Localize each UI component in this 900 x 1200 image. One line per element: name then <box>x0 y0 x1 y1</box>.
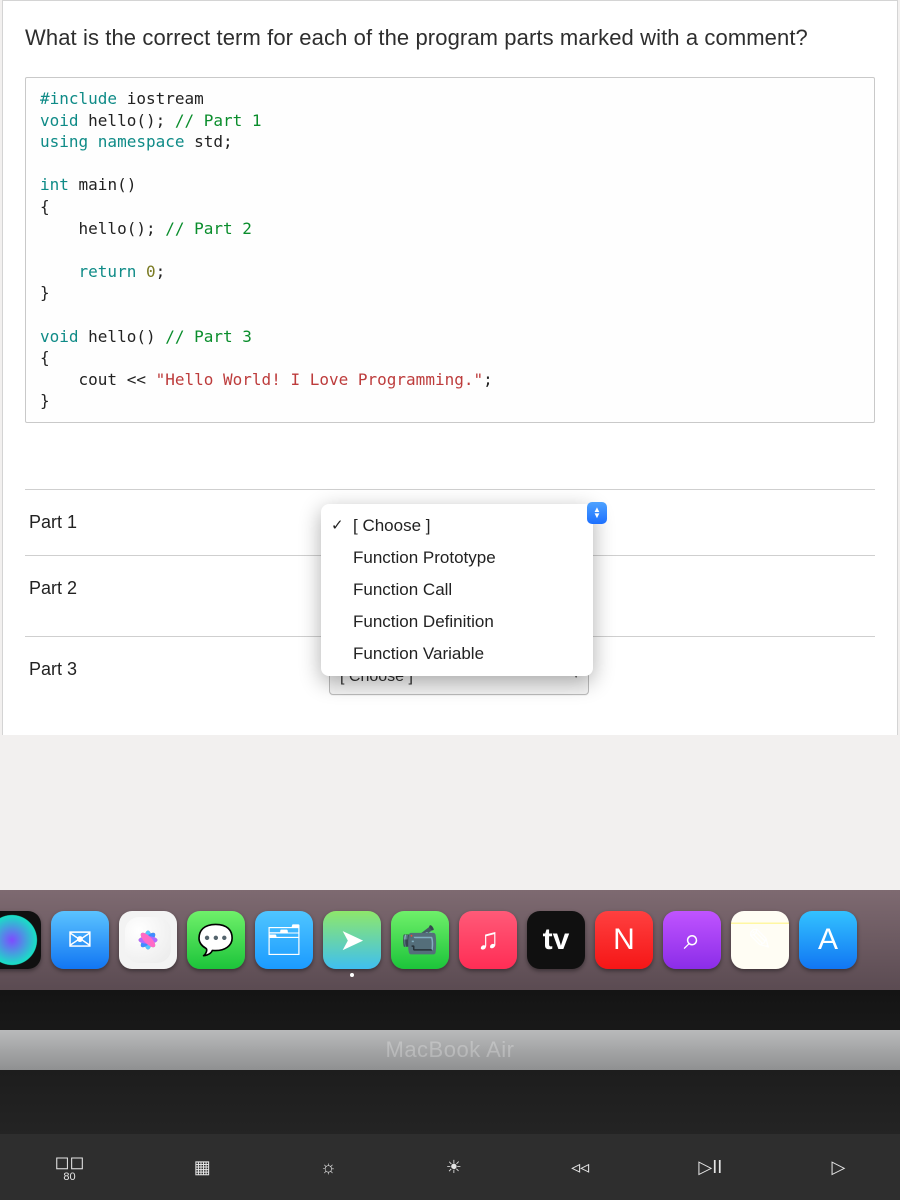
code-block: #include iostream void hello(); // Part … <box>25 77 875 423</box>
dock-news-icon[interactable]: N <box>595 911 653 969</box>
answers-table: Part 1 ▲▼ [ Choose ] Function Prototype … <box>25 489 875 717</box>
dock-maps-icon[interactable]: ➤ <box>323 911 381 969</box>
part1-label: Part 1 <box>25 512 329 533</box>
fn-key-f6[interactable]: ☀ <box>446 1157 462 1178</box>
fn-key-rewind[interactable]: ◃◃ <box>571 1157 589 1178</box>
macos-dock: ✉︎ 💬 🗂 ➤ <box>0 890 900 990</box>
dropdown-option-call[interactable]: Function Call <box>321 574 593 606</box>
laptop-hinge-label: MacBook Air <box>0 1030 900 1070</box>
keyboard-fn-row: ◻︎◻︎80 ▦ ☼ ☀ ◃◃ ▷II ▷ <box>0 1134 900 1200</box>
part3-label: Part 3 <box>25 659 329 680</box>
dock-folder-icon[interactable]: 🗂 <box>255 911 313 969</box>
fn-key-forward[interactable]: ▷ <box>832 1157 846 1178</box>
part1-dropdown-menu: ▲▼ [ Choose ] Function Prototype Functio… <box>321 504 593 676</box>
fn-key-f5[interactable]: ☼ <box>320 1157 337 1178</box>
fn-key-f3[interactable]: ▦ <box>194 1157 211 1178</box>
dock-tv-icon[interactable]: tv <box>527 911 585 969</box>
question-card: What is the correct term for each of the… <box>2 0 898 735</box>
dock-facetime-icon[interactable]: 📹 <box>391 911 449 969</box>
dock-podcasts-icon[interactable]: ⌕ <box>663 911 721 969</box>
answer-row-part1: Part 1 ▲▼ [ Choose ] Function Prototype … <box>25 490 875 556</box>
dock-siri-icon[interactable] <box>0 911 41 969</box>
fn-key-f1[interactable]: ◻︎◻︎80 <box>55 1152 85 1183</box>
dropdown-option-choose[interactable]: [ Choose ] <box>321 510 593 542</box>
dock-appstore-icon[interactable]: A <box>799 911 857 969</box>
fn-key-playpause[interactable]: ▷II <box>698 1157 722 1178</box>
dock-mail-icon[interactable]: ✉︎ <box>51 911 109 969</box>
dropdown-option-definition[interactable]: Function Definition <box>321 606 593 638</box>
question-text: What is the correct term for each of the… <box>25 25 875 51</box>
part2-label: Part 2 <box>25 578 329 599</box>
dropdown-option-variable[interactable]: Function Variable <box>321 638 593 670</box>
dock-notes-icon[interactable]: ✎ <box>731 911 789 969</box>
dock-messages-icon[interactable]: 💬 <box>187 911 245 969</box>
dropdown-option-prototype[interactable]: Function Prototype <box>321 542 593 574</box>
dock-photos-icon[interactable] <box>119 911 177 969</box>
dock-music-icon[interactable]: ♫ <box>459 911 517 969</box>
